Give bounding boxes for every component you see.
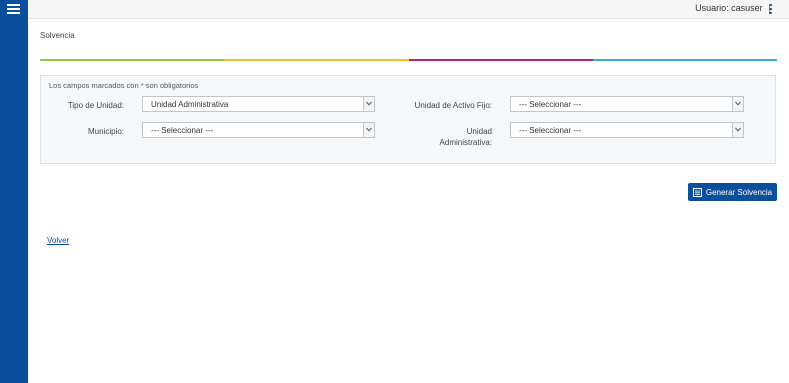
municipio-label: Municipio: (87, 127, 124, 136)
municipio-value: --- Seleccionar --- (151, 126, 214, 135)
unidad-activo-fijo-value: --- Seleccionar --- (519, 100, 582, 109)
chevron-down-icon[interactable] (363, 97, 374, 111)
generate-solvencia-button[interactable]: Generar Solvencia (688, 183, 777, 201)
username-label: Usuario: casuser (695, 3, 763, 13)
top-bar: Usuario: casuser | (28, 0, 789, 19)
unidad-activo-fijo-select[interactable]: --- Seleccionar --- (510, 96, 744, 112)
chevron-down-icon[interactable] (363, 123, 374, 137)
generate-solvencia-label: Generar Solvencia (705, 187, 773, 197)
hamburger-icon[interactable] (7, 4, 20, 14)
user-area: Usuario: casuser | (695, 3, 771, 13)
unidad-administrativa-label-line1: Unidad (466, 127, 492, 136)
tipo-unidad-value: Unidad Administrativa (151, 100, 229, 109)
tipo-unidad-label: Tipo de Unidad: (67, 101, 124, 110)
unidad-administrativa-label: Unidad Administrativa: (381, 126, 492, 148)
unidad-administrativa-value: --- Seleccionar --- (519, 126, 582, 135)
tipo-unidad-select[interactable]: Unidad Administrativa (142, 96, 375, 112)
unidad-activo-fijo-label: Unidad de Activo Fijo: (414, 101, 492, 110)
chevron-down-icon[interactable] (732, 123, 743, 137)
unidad-administrativa-select[interactable]: --- Seleccionar --- (510, 122, 744, 138)
page-title: Solvencia (40, 31, 75, 40)
stripe-segment (592, 59, 777, 61)
document-icon (692, 187, 702, 197)
unidad-administrativa-label-line2: Administrativa: (439, 138, 492, 147)
municipio-select[interactable]: --- Seleccionar --- (142, 122, 375, 138)
required-note: Los campos marcados con * son obligatori… (49, 81, 199, 90)
filter-panel: Los campos marcados con * son obligatori… (40, 75, 776, 164)
stripe-segment (408, 59, 593, 61)
back-link[interactable]: Volver (47, 236, 69, 245)
chevron-down-icon[interactable] (732, 97, 743, 111)
sidebar (0, 0, 28, 383)
color-stripe (40, 59, 777, 61)
stripe-segment (224, 59, 409, 61)
stripe-segment (40, 59, 225, 61)
kebab-icon[interactable] (769, 4, 772, 14)
